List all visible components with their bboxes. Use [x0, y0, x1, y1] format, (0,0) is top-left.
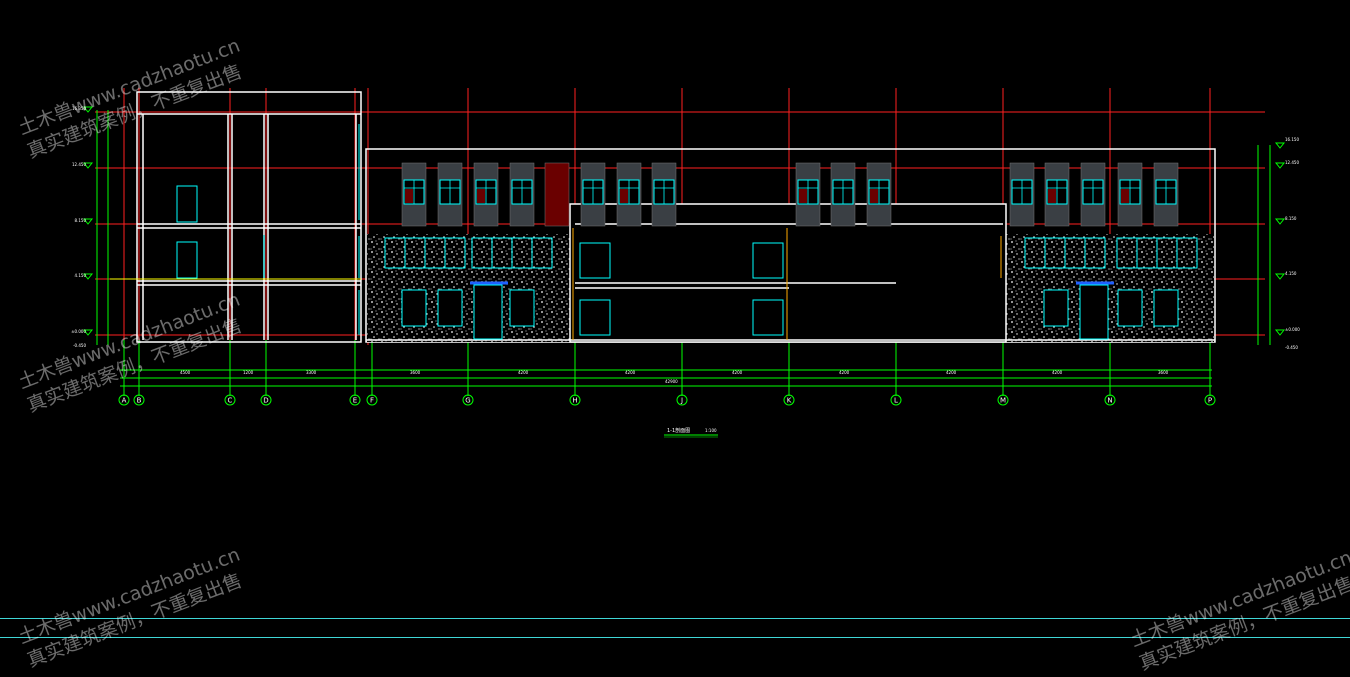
dimension-text: 4500 1200 3300 3600 4200 4200 4200 4200 4200 4…: [180, 370, 1169, 384]
axis-bubble-C: C: [224, 394, 236, 406]
svg-text:D: D: [263, 397, 268, 405]
svg-text:3300: 3300: [306, 370, 317, 375]
axis-bubble-M: M: [997, 394, 1009, 406]
axis-bubble-J: J: [676, 394, 688, 406]
level-labels-right: 16.150 12.450 8.150 4.150 ±0.000 -0.450: [1285, 137, 1300, 350]
svg-text:L: L: [894, 397, 898, 405]
upper-window-unit: [437, 162, 463, 227]
level-label-right: 16.150: [1285, 137, 1299, 142]
svg-text:J: J: [680, 397, 683, 405]
upper-window-unit: [1044, 162, 1070, 227]
level-label-left: 8.150: [75, 218, 87, 223]
upper-window-unit: [1009, 162, 1035, 227]
level-label-right: ±0.000: [1285, 327, 1300, 332]
upper-window-unit: [1117, 162, 1143, 227]
svg-text:B: B: [137, 397, 142, 405]
viewport-bottom-line: [0, 618, 1350, 619]
svg-text:G: G: [465, 397, 470, 405]
svg-text:1200: 1200: [243, 370, 254, 375]
svg-text:4200: 4200: [518, 370, 529, 375]
upper-window-unit: [795, 162, 821, 227]
svg-text:4200: 4200: [946, 370, 957, 375]
upper-window-unit: [544, 162, 570, 227]
upper-window-unit: [580, 162, 606, 227]
svg-text:3600: 3600: [410, 370, 421, 375]
svg-text:M: M: [1000, 397, 1006, 405]
svg-text:E: E: [353, 397, 357, 405]
axis-bubble-B: B: [133, 394, 145, 406]
level-label-left: 12.450: [72, 162, 86, 167]
svg-text:A: A: [122, 397, 127, 405]
level-label-right: -0.450: [1285, 345, 1298, 350]
axis-bubble-K: K: [783, 394, 795, 406]
axis-bubble-L: L: [890, 394, 902, 406]
axis-bubble-H: H: [569, 394, 581, 406]
upper-window-unit: [651, 162, 677, 227]
axis-bubbles: ABCDEFGHJKLMNP: [118, 394, 1216, 406]
svg-text:42900: 42900: [665, 379, 678, 384]
upper-window-unit: [473, 162, 499, 227]
level-label-left: 4.150: [75, 273, 87, 278]
svg-text:C: C: [228, 397, 233, 405]
level-label-right: 4.150: [1285, 271, 1297, 276]
upper-window-unit: [830, 162, 856, 227]
level-label-right: 8.150: [1285, 216, 1297, 221]
svg-text:F: F: [370, 397, 374, 405]
upper-window-unit: [1080, 162, 1106, 227]
svg-text:4200: 4200: [625, 370, 636, 375]
level-label-left: ±0.000: [71, 329, 86, 334]
svg-text:N: N: [1107, 397, 1112, 405]
upper-window-unit: [401, 162, 427, 227]
svg-text:4200: 4200: [732, 370, 743, 375]
drawing-title: 1-1剖面图: [667, 427, 690, 434]
axis-bubble-D: D: [260, 394, 272, 406]
axis-bubble-N: N: [1104, 394, 1116, 406]
svg-text:4200: 4200: [1052, 370, 1063, 375]
drawing-scale: 1:100: [705, 428, 717, 433]
level-label-right: 12.450: [1285, 160, 1299, 165]
upper-window-unit: [616, 162, 642, 227]
upper-window-unit: [1153, 162, 1179, 227]
right-level-markers: [1274, 142, 1286, 336]
axis-bubble-F: F: [366, 394, 378, 406]
svg-text:P: P: [1208, 397, 1212, 405]
drawing-title-block: 1-1剖面图 1:100: [664, 427, 718, 438]
axis-bubble-A: A: [118, 394, 130, 406]
upper-window-unit: [509, 162, 535, 227]
left-section-structure: [136, 91, 362, 343]
upper-window-unit: [866, 162, 892, 227]
svg-text:K: K: [787, 397, 792, 405]
svg-text:H: H: [572, 397, 577, 405]
svg-text:4500: 4500: [180, 370, 191, 375]
svg-text:4200: 4200: [839, 370, 850, 375]
axis-bubble-G: G: [462, 394, 474, 406]
axis-bubble-E: E: [349, 394, 361, 406]
axis-bubble-P: P: [1204, 394, 1216, 406]
svg-text:3600: 3600: [1158, 370, 1169, 375]
